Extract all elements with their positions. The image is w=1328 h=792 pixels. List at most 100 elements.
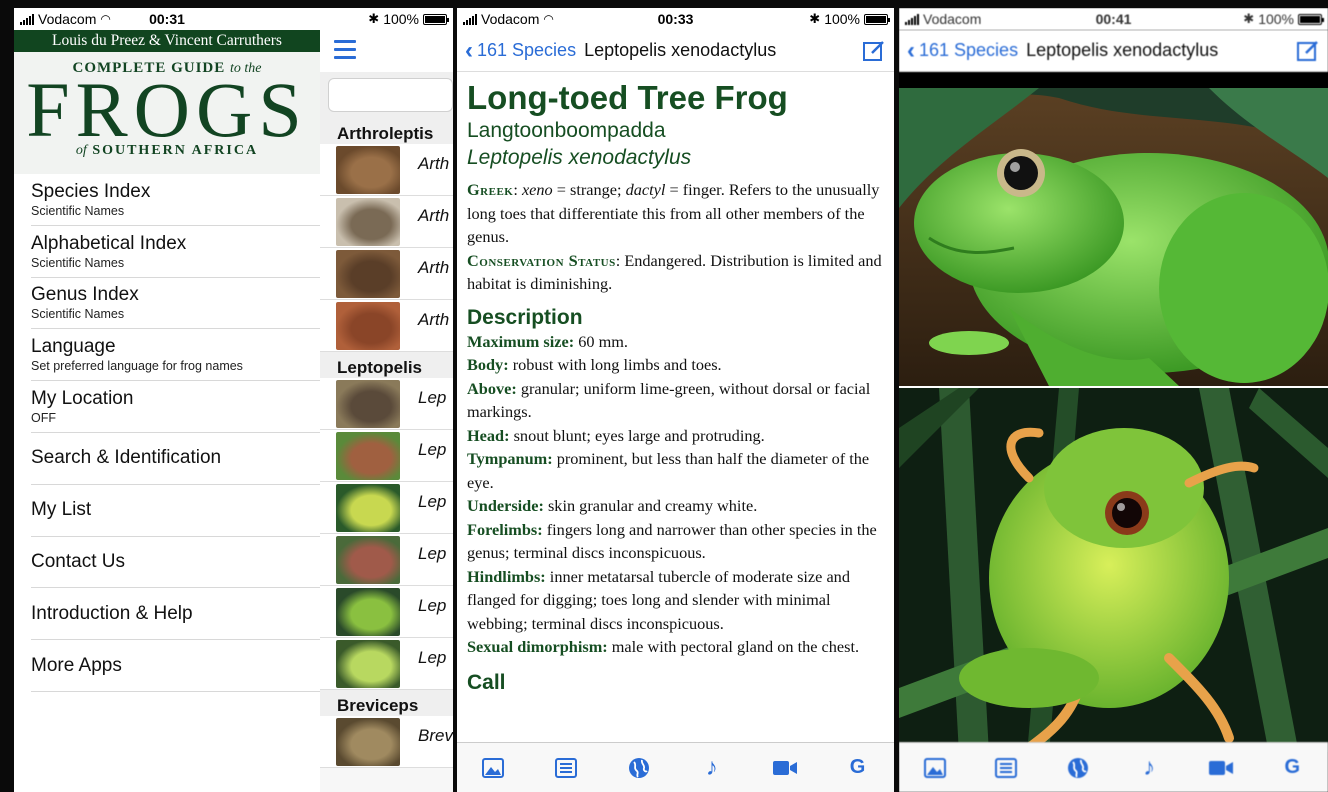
tab-text[interactable] <box>992 754 1020 782</box>
list-item-label: Lep <box>418 491 447 511</box>
menu-item[interactable]: My Location OFF <box>31 381 320 433</box>
tab-glossary[interactable]: G <box>844 754 872 782</box>
tab-video[interactable] <box>771 754 799 782</box>
status-bar: Vodacom ◠ 00:33 ✱ 100% <box>457 8 894 30</box>
menu-item-title: Species Index <box>31 180 151 202</box>
menu-item[interactable]: Search & Identification <box>31 433 320 485</box>
description-item: Underside: skin granular and creamy whit… <box>467 496 758 515</box>
menu-item[interactable]: Alphabetical Index Scientific Names <box>31 226 320 278</box>
menu-item-title: Contact Us <box>31 550 125 572</box>
frog-thumbnail <box>336 431 400 480</box>
glossary-icon: G <box>1284 756 1301 778</box>
afrikaans-name: Langtoonboompadda <box>467 119 666 142</box>
globe-icon <box>629 757 650 778</box>
section-header: Arthroleptis <box>320 118 453 144</box>
list-item[interactable]: Lep <box>320 482 453 534</box>
document-icon <box>555 757 578 778</box>
carrier-label: Vodacom <box>38 11 97 27</box>
back-button[interactable]: ‹ 161 Species <box>465 36 577 64</box>
list-item[interactable]: Lep <box>320 378 453 430</box>
tab-audio[interactable]: ♪ <box>698 754 726 782</box>
nav-bar: ‹ 161 Species Leptopelis xenodactylus <box>899 30 1328 72</box>
banner-frogs: FROGS <box>26 66 308 153</box>
list-item[interactable]: Lep <box>320 534 453 586</box>
list-item-label: Lep <box>418 387 447 407</box>
image-icon <box>482 757 505 778</box>
menu-item-title: My List <box>31 499 92 521</box>
list-item[interactable]: Arth <box>320 196 453 248</box>
menu-item[interactable]: More Apps <box>31 640 320 692</box>
list-item[interactable]: Brev <box>320 716 453 768</box>
bluetooth-icon: ✱ <box>809 11 821 26</box>
tab-map[interactable] <box>625 754 653 782</box>
frog-thumbnail <box>336 717 400 766</box>
description-item: Maximum size: 60 mm. <box>467 331 628 351</box>
species-photos-screen: Vodacom 00:41 ✱ 100% ‹ 161 Species Lepto… <box>899 8 1328 792</box>
main-menu-screen: Vodacom ◠ 00:31 Louis du Preez & Vincent… <box>14 8 320 792</box>
species-content: Long-toed Tree Frog Langtoonboompadda Le… <box>457 72 894 695</box>
menu-item[interactable]: Introduction & Help <box>31 588 320 641</box>
list-item[interactable]: Lep <box>320 638 453 690</box>
frog-thumbnail <box>336 587 400 636</box>
tab-images[interactable] <box>921 754 949 782</box>
common-name: Long-toed Tree Frog <box>467 79 788 116</box>
edit-icon[interactable] <box>862 39 886 63</box>
music-note-icon: ♪ <box>1143 753 1156 781</box>
section-header: Breviceps <box>320 690 453 716</box>
bluetooth-icon: ✱ <box>368 11 380 26</box>
nav-title: Leptopelis xenodactylus <box>584 40 777 60</box>
frog-thumbnail <box>336 145 400 194</box>
list-item[interactable]: Arth <box>320 300 453 352</box>
tab-images[interactable] <box>479 754 507 782</box>
list-item[interactable]: Lep <box>320 586 453 638</box>
list-item-label: Arth <box>418 257 450 277</box>
species-detail-screen: Vodacom ◠ 00:33 ✱ 100% ‹ 161 Species Lep… <box>457 8 894 792</box>
menu-item[interactable]: Species Index Scientific Names <box>31 174 320 226</box>
status-bar: ✱ 100% <box>320 8 453 30</box>
signal-icon <box>20 13 34 25</box>
back-button[interactable]: ‹ 161 Species <box>907 38 1018 63</box>
tab-video[interactable] <box>1207 754 1235 782</box>
frog-photo-top[interactable] <box>899 88 1328 386</box>
document-icon <box>995 757 1018 778</box>
tab-glossary[interactable]: G <box>1278 754 1306 782</box>
chevron-left-icon: ‹ <box>465 36 473 64</box>
signal-icon <box>905 13 919 25</box>
list-item[interactable]: Arth <box>320 144 453 196</box>
description-item: Forelimbs: fingers long and narrower tha… <box>467 519 877 563</box>
menu-item-subtitle: Scientific Names <box>31 255 125 270</box>
list-item[interactable]: Arth <box>320 248 453 300</box>
search-input[interactable] <box>328 78 453 112</box>
globe-icon <box>1067 757 1088 778</box>
menu-item[interactable]: Genus Index Scientific Names <box>31 278 320 330</box>
battery-icon <box>423 13 449 25</box>
list-item[interactable]: Lep <box>320 430 453 482</box>
menu-item-title: Genus Index <box>31 284 139 306</box>
frog-photo-bottom[interactable] <box>899 386 1328 752</box>
authors-bar: Louis du Preez & Vincent Carruthers <box>14 30 320 52</box>
wifi-icon: ◠ <box>543 12 554 26</box>
menu-icon[interactable] <box>320 30 453 72</box>
edit-icon[interactable] <box>1296 39 1320 63</box>
frog-thumbnail <box>336 197 400 246</box>
list-item-label: Lep <box>418 543 447 563</box>
list-item-label: Lep <box>418 647 447 667</box>
menu-item[interactable]: Language Set preferred language for frog … <box>31 329 320 382</box>
carrier-label: Vodacom <box>481 11 540 27</box>
species-list: Arthroleptis Arth Arth Arth Arth Leptopelis Le… <box>320 118 453 768</box>
list-item-label: Brev <box>418 725 453 745</box>
menu-item[interactable]: My List <box>31 485 320 537</box>
list-item-label: Arth <box>418 309 450 329</box>
tab-audio[interactable]: ♪ <box>1135 754 1163 782</box>
back-label: 161 Species <box>477 40 577 60</box>
frog-thumbnail <box>336 483 400 532</box>
list-item-label: Arth <box>418 205 450 225</box>
menu-item[interactable]: Contact Us <box>31 537 320 589</box>
list-item-label: Arth <box>418 153 450 173</box>
tab-map[interactable] <box>1064 754 1092 782</box>
frog-thumbnail <box>336 639 400 688</box>
battery-label: 100% <box>1258 11 1294 27</box>
species-list-screen: ✱ 100% Arthroleptis Arth Arth Arth Arth Lepto… <box>320 8 453 792</box>
tab-text[interactable] <box>552 754 580 782</box>
frog-thumbnail <box>336 301 400 350</box>
